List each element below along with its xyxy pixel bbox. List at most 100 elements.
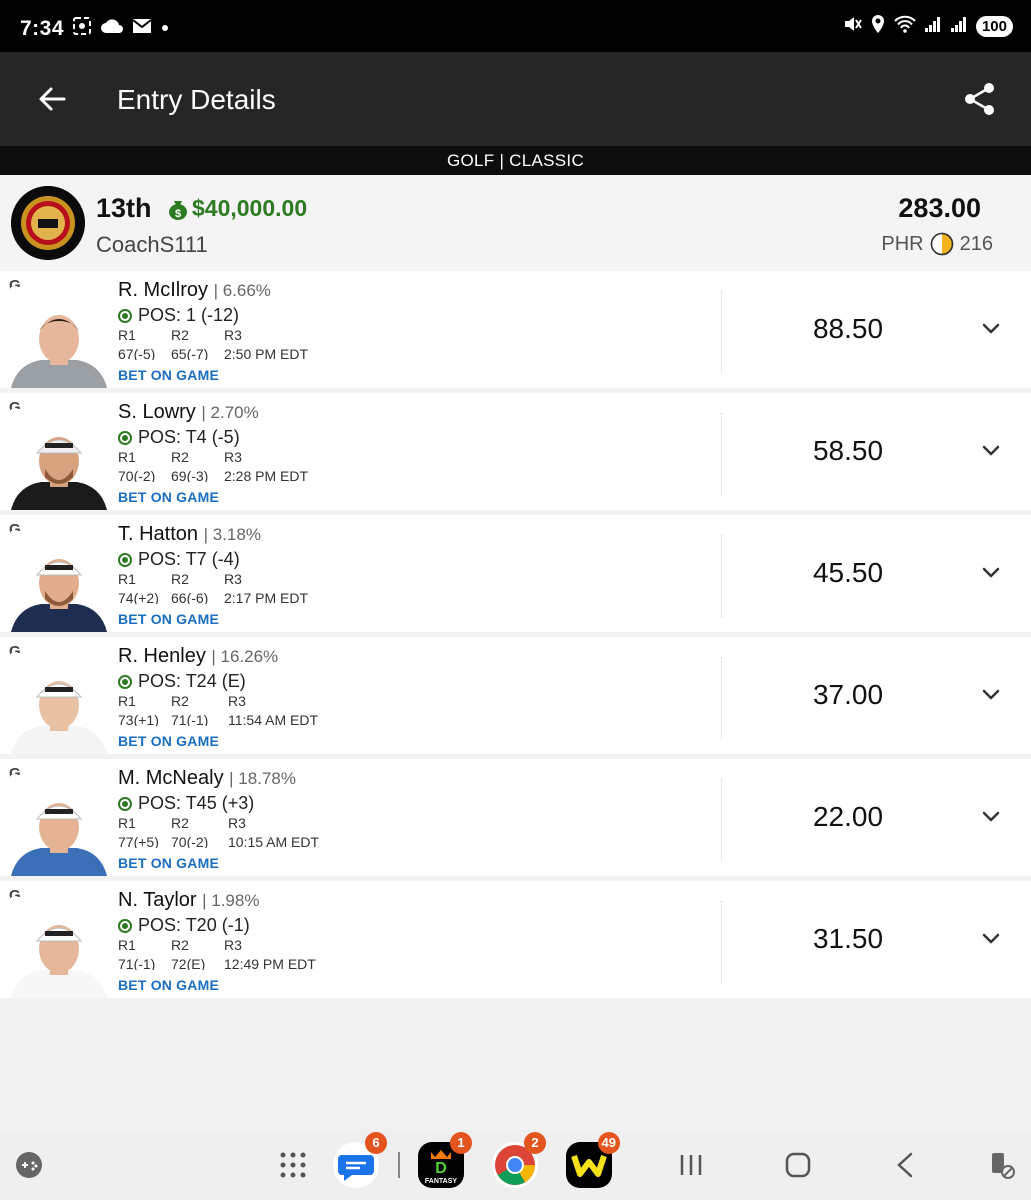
w-app[interactable]: 49 xyxy=(566,1132,620,1188)
phr-label: PHR xyxy=(881,232,924,255)
round-score-r1: 74(+2) xyxy=(118,590,159,604)
game-launcher-button[interactable] xyxy=(15,1151,43,1184)
round-headers: R1 R2 R3 xyxy=(118,937,318,953)
expand-row-button[interactable] xyxy=(979,563,1003,583)
avatar xyxy=(11,186,85,260)
back-button[interactable] xyxy=(32,78,74,120)
screen-rotation-button[interactable] xyxy=(987,1150,1017,1185)
player-name[interactable]: T. Hatton xyxy=(118,523,198,545)
row-divider xyxy=(721,657,722,739)
round-label-r1: R1 xyxy=(118,327,136,343)
round-label-r3: R3 xyxy=(224,937,242,953)
player-row[interactable]: G R. Henley | 16.26% POS: T24 (E) R1 R2 … xyxy=(0,637,1031,754)
entry-summary: 13th $ $40,000.00 CoachS111 283.00 PHR 2… xyxy=(0,175,1031,271)
position-text: POS: T7 (-4) xyxy=(138,549,240,569)
home-button[interactable] xyxy=(784,1151,812,1184)
player-row[interactable]: G R. McIlroy | 6.66% POS: 1 (-12) R1 R2 … xyxy=(0,271,1031,388)
share-button[interactable] xyxy=(963,82,997,116)
chevron-down-icon xyxy=(982,567,1000,578)
player-photo xyxy=(11,897,107,998)
mute-icon xyxy=(842,14,862,39)
bet-on-game-link[interactable]: BET ON GAME xyxy=(118,855,219,871)
chevron-down-icon xyxy=(982,689,1000,700)
round-score-r1: 70(-2) xyxy=(118,468,156,482)
contest-type-banner: GOLF | CLASSIC xyxy=(0,146,1031,175)
cloud-icon xyxy=(100,18,124,39)
round-label-r1: R1 xyxy=(118,693,136,709)
round-scores: 67(-5) 65(-7) 2:50 PM EDT xyxy=(118,346,338,360)
bet-on-game-link[interactable]: BET ON GAME xyxy=(118,733,219,749)
player-row[interactable]: G N. Taylor | 1.98% POS: T20 (-1) R1 R2 … xyxy=(0,881,1031,998)
player-name[interactable]: R. Henley xyxy=(118,645,206,667)
player-headshot-icon xyxy=(11,287,107,388)
dot-icon xyxy=(160,20,170,38)
round-score-r2: 70(-2) xyxy=(171,834,209,848)
expand-row-button[interactable] xyxy=(979,929,1003,949)
player-name[interactable]: N. Taylor xyxy=(118,889,197,911)
expand-row-button[interactable] xyxy=(979,441,1003,461)
player-row[interactable]: G M. McNealy | 18.78% POS: T45 (+3) R1 R… xyxy=(0,759,1031,876)
fantasy-label: FANTASY xyxy=(424,1178,458,1185)
round-score-r1: 73(+1) xyxy=(118,712,159,726)
grid-icon xyxy=(280,1152,306,1178)
round-label-r2: R2 xyxy=(171,693,189,709)
live-status-icon xyxy=(118,308,132,323)
player-row[interactable]: G T. Hatton | 3.18% POS: T7 (-4) R1 R2 R… xyxy=(0,515,1031,632)
round-tee-time-r3: 11:54 AM EDT xyxy=(228,712,319,726)
money-bag-icon: $ xyxy=(169,200,187,220)
player-row[interactable]: G S. Lowry | 2.70% POS: T4 (-5) R1 R2 R3… xyxy=(0,393,1031,510)
recent-apps-button[interactable] xyxy=(678,1152,704,1183)
bet-on-game-link[interactable]: BET ON GAME xyxy=(118,367,219,383)
navigation-dock: 6 D FANTASY 1 2 49 xyxy=(0,1130,1031,1200)
round-label-r1: R1 xyxy=(118,815,136,831)
row-divider xyxy=(721,291,722,373)
messages-app[interactable]: 6 xyxy=(333,1132,387,1188)
expand-row-button[interactable] xyxy=(979,807,1003,827)
round-score-r2: 65(-7) xyxy=(171,346,209,360)
expand-row-button[interactable] xyxy=(979,685,1003,705)
row-divider xyxy=(721,779,722,861)
live-status-icon xyxy=(118,552,132,567)
row-divider xyxy=(721,535,722,617)
expand-row-button[interactable] xyxy=(979,319,1003,339)
round-label-r2: R2 xyxy=(171,449,189,465)
player-name-line: N. Taylor | 1.98% xyxy=(118,889,259,912)
player-name-line: M. McNealy | 18.78% xyxy=(118,767,296,790)
player-fantasy-points: 45.50 xyxy=(812,557,884,588)
total-points: 283.00 xyxy=(898,193,981,223)
recents-icon xyxy=(680,1155,702,1175)
ownership-percent: | 18.78% xyxy=(229,769,296,788)
position-text: POS: T45 (+3) xyxy=(138,793,255,813)
player-photo xyxy=(11,409,107,510)
round-score-r2: 69(-3) xyxy=(171,468,209,482)
round-score-r2: 72(E) xyxy=(171,956,206,970)
live-status-icon xyxy=(118,430,132,445)
chrome-app[interactable]: 2 xyxy=(492,1132,546,1188)
player-name-line: T. Hatton | 3.18% xyxy=(118,523,261,546)
share-icon xyxy=(965,83,994,115)
bet-on-game-link[interactable]: BET ON GAME xyxy=(118,489,219,505)
round-label-r2: R2 xyxy=(171,571,189,587)
wifi-icon xyxy=(894,15,916,38)
player-name[interactable]: R. McIlroy xyxy=(118,279,208,301)
page-title: Entry Details xyxy=(117,84,276,115)
draftkings-fantasy-app[interactable]: D FANTASY 1 xyxy=(418,1132,472,1188)
system-back-button[interactable] xyxy=(893,1151,917,1184)
round-headers: R1 R2 R3 xyxy=(118,815,318,831)
dock-divider xyxy=(398,1152,400,1178)
status-system-icons: 100 xyxy=(842,14,1013,39)
round-headers: R1 R2 R3 xyxy=(118,327,318,343)
round-label-r1: R1 xyxy=(118,937,136,953)
player-position: POS: T24 (E) xyxy=(118,671,246,692)
round-label-r3: R3 xyxy=(228,693,246,709)
bet-on-game-link[interactable]: BET ON GAME xyxy=(118,611,219,627)
app-drawer-button[interactable] xyxy=(279,1151,307,1184)
player-position: POS: T45 (+3) xyxy=(118,793,254,814)
player-name[interactable]: S. Lowry xyxy=(118,401,196,423)
position-text: POS: T24 (E) xyxy=(138,671,246,691)
bet-on-game-link[interactable]: BET ON GAME xyxy=(118,977,219,993)
round-scores: 70(-2) 69(-3) 2:28 PM EDT xyxy=(118,468,338,482)
player-name[interactable]: M. McNealy xyxy=(118,767,224,789)
player-name-line: R. McIlroy | 6.66% xyxy=(118,279,271,302)
player-fantasy-points: 22.00 xyxy=(812,801,884,832)
